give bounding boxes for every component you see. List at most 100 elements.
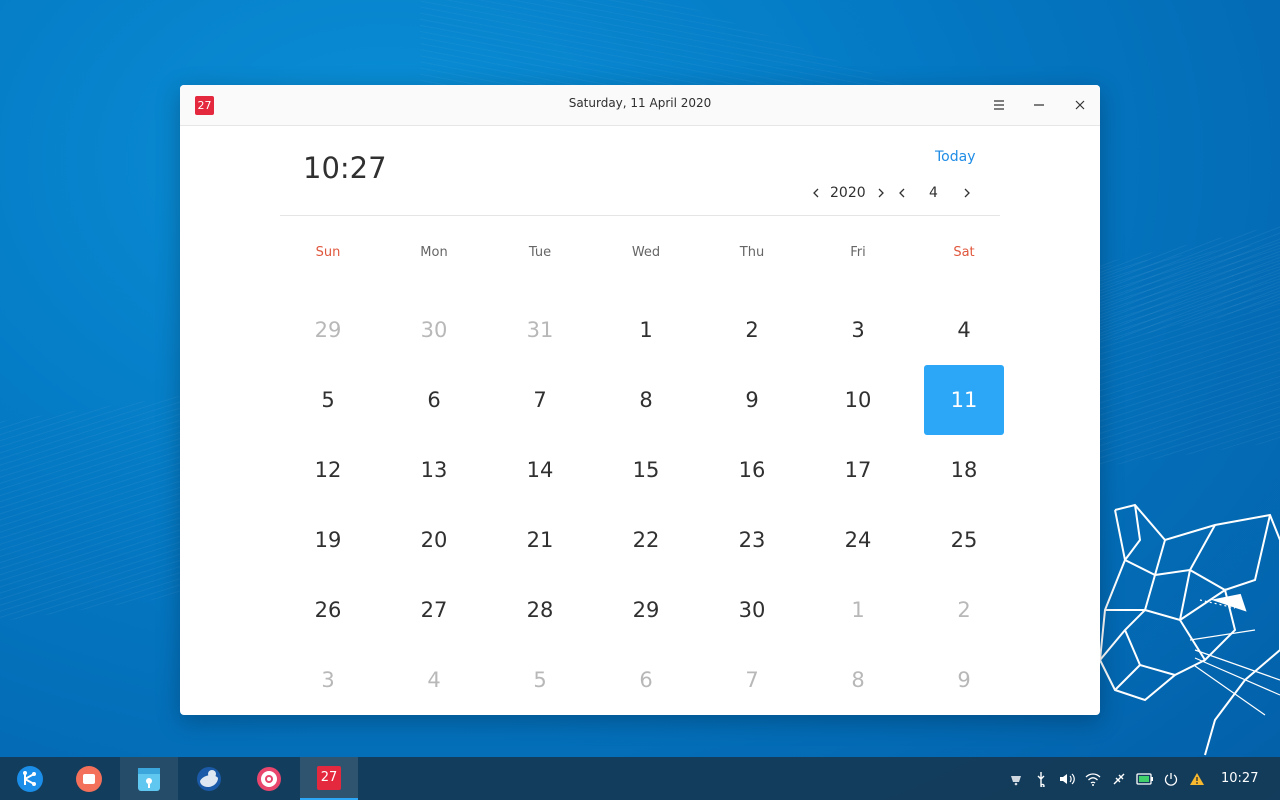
day-number: 29 <box>632 598 660 622</box>
calendar-window: 27 Saturday, 11 April 2020 10:27 Today 2… <box>180 85 1100 715</box>
day-number: 2 <box>957 598 971 622</box>
day-cell[interactable]: 10 <box>805 365 911 435</box>
day-cell[interactable]: 8 <box>805 645 911 715</box>
power-icon[interactable] <box>1162 770 1180 788</box>
day-cell[interactable]: 25 <box>911 505 1017 575</box>
warning-icon[interactable] <box>1188 770 1206 788</box>
control-center-icon[interactable] <box>240 757 298 800</box>
month-grid: 29 30 31 1 2 3 4 5 6 7 8 9 10 11 12 13 14 15 16 17 18 19 20 21 2… <box>275 295 1017 715</box>
day-cell[interactable]: 2 <box>699 295 805 365</box>
launcher-icon[interactable] <box>1 757 59 800</box>
day-cell[interactable]: 30 <box>699 575 805 645</box>
usb-icon[interactable] <box>1032 770 1050 788</box>
day-number: 3 <box>851 318 865 342</box>
minimize-icon[interactable] <box>1026 93 1052 117</box>
month-prev-chevron-left-icon[interactable] <box>895 185 909 201</box>
day-number: 19 <box>314 528 342 552</box>
weekday-header-row: Sun Mon Tue Wed Thu Fri Sat <box>275 245 1017 260</box>
day-cell[interactable]: 7 <box>487 365 593 435</box>
day-cell[interactable]: 1 <box>593 295 699 365</box>
day-number: 30 <box>420 318 448 342</box>
day-number: 28 <box>526 598 554 622</box>
day-cell[interactable]: 31 <box>487 295 593 365</box>
today-button[interactable]: Today <box>935 149 976 165</box>
multitask-icon[interactable] <box>60 757 118 800</box>
day-cell[interactable]: 8 <box>593 365 699 435</box>
taskbar-clock[interactable]: 10:27 <box>1221 771 1258 786</box>
day-cell[interactable]: 9 <box>911 645 1017 715</box>
day-cell[interactable]: 20 <box>381 505 487 575</box>
day-number: 6 <box>639 668 653 692</box>
day-cell[interactable]: 15 <box>593 435 699 505</box>
day-cell[interactable]: 12 <box>275 435 381 505</box>
day-number: 11 <box>950 388 978 412</box>
weekday-label: Sun <box>315 245 341 260</box>
day-cell[interactable]: 23 <box>699 505 805 575</box>
titlebar: 27 Saturday, 11 April 2020 <box>180 85 1100 126</box>
day-cell[interactable]: 13 <box>381 435 487 505</box>
day-cell[interactable]: 14 <box>487 435 593 505</box>
day-number: 15 <box>632 458 660 482</box>
day-cell[interactable]: 6 <box>381 365 487 435</box>
day-cell[interactable]: 18 <box>911 435 1017 505</box>
day-cell[interactable]: 4 <box>381 645 487 715</box>
weekday-label: Mon <box>420 245 448 260</box>
day-cell[interactable]: 9 <box>699 365 805 435</box>
calendar-taskbar-icon[interactable]: 27 <box>300 757 358 800</box>
day-cell[interactable]: 29 <box>593 575 699 645</box>
day-cell[interactable]: 3 <box>805 295 911 365</box>
app-store-icon[interactable] <box>120 757 178 800</box>
day-cell[interactable]: 6 <box>593 645 699 715</box>
day-number: 20 <box>420 528 448 552</box>
day-cell[interactable]: 17 <box>805 435 911 505</box>
current-time: 10:27 <box>303 151 387 185</box>
day-number: 3 <box>321 668 335 692</box>
day-cell[interactable]: 26 <box>275 575 381 645</box>
day-cell[interactable]: 16 <box>699 435 805 505</box>
network-disconnected-icon[interactable] <box>1110 770 1128 788</box>
day-number: 9 <box>957 668 971 692</box>
day-number: 8 <box>851 668 865 692</box>
day-cell[interactable]: 30 <box>381 295 487 365</box>
day-cell[interactable]: 4 <box>911 295 1017 365</box>
day-cell[interactable]: 5 <box>275 365 381 435</box>
year-next-chevron-right-icon[interactable] <box>873 185 887 201</box>
day-number: 2 <box>745 318 759 342</box>
day-number: 7 <box>533 388 547 412</box>
day-number: 4 <box>427 668 441 692</box>
mail-client-icon[interactable] <box>180 757 238 800</box>
day-number: 6 <box>427 388 441 412</box>
notification-icon[interactable] <box>1007 770 1025 788</box>
header-divider <box>280 215 1000 216</box>
day-cell[interactable]: 19 <box>275 505 381 575</box>
weekday-label: Thu <box>739 245 765 260</box>
day-cell[interactable]: 5 <box>487 645 593 715</box>
day-cell[interactable]: 29 <box>275 295 381 365</box>
wallpaper-cat-artwork <box>1098 503 1280 756</box>
wifi-icon[interactable] <box>1084 770 1102 788</box>
battery-icon[interactable] <box>1136 770 1154 788</box>
month-next-chevron-right-icon[interactable] <box>959 185 973 201</box>
year-prev-chevron-left-icon[interactable] <box>809 185 823 201</box>
close-icon[interactable] <box>1067 93 1093 117</box>
day-cell[interactable]: 27 <box>381 575 487 645</box>
day-cell[interactable]: 7 <box>699 645 805 715</box>
day-cell[interactable]: 24 <box>805 505 911 575</box>
day-cell[interactable]: 3 <box>275 645 381 715</box>
weekday-label: Wed <box>631 245 661 260</box>
day-cell-selected[interactable]: 11 <box>911 365 1017 435</box>
day-cell[interactable]: 21 <box>487 505 593 575</box>
day-cell[interactable]: 2 <box>911 575 1017 645</box>
volume-icon[interactable] <box>1058 770 1076 788</box>
day-cell[interactable]: 28 <box>487 575 593 645</box>
day-number: 30 <box>738 598 766 622</box>
day-cell[interactable]: 1 <box>805 575 911 645</box>
day-cell[interactable]: 22 <box>593 505 699 575</box>
calendar-taskbar-icon-text: 27 <box>317 765 341 790</box>
menu-icon[interactable] <box>986 93 1012 117</box>
day-number: 24 <box>844 528 872 552</box>
day-number: 14 <box>526 458 554 482</box>
day-number: 25 <box>950 528 978 552</box>
taskbar: 27 10:27 <box>0 757 1280 800</box>
day-number: 7 <box>745 668 759 692</box>
